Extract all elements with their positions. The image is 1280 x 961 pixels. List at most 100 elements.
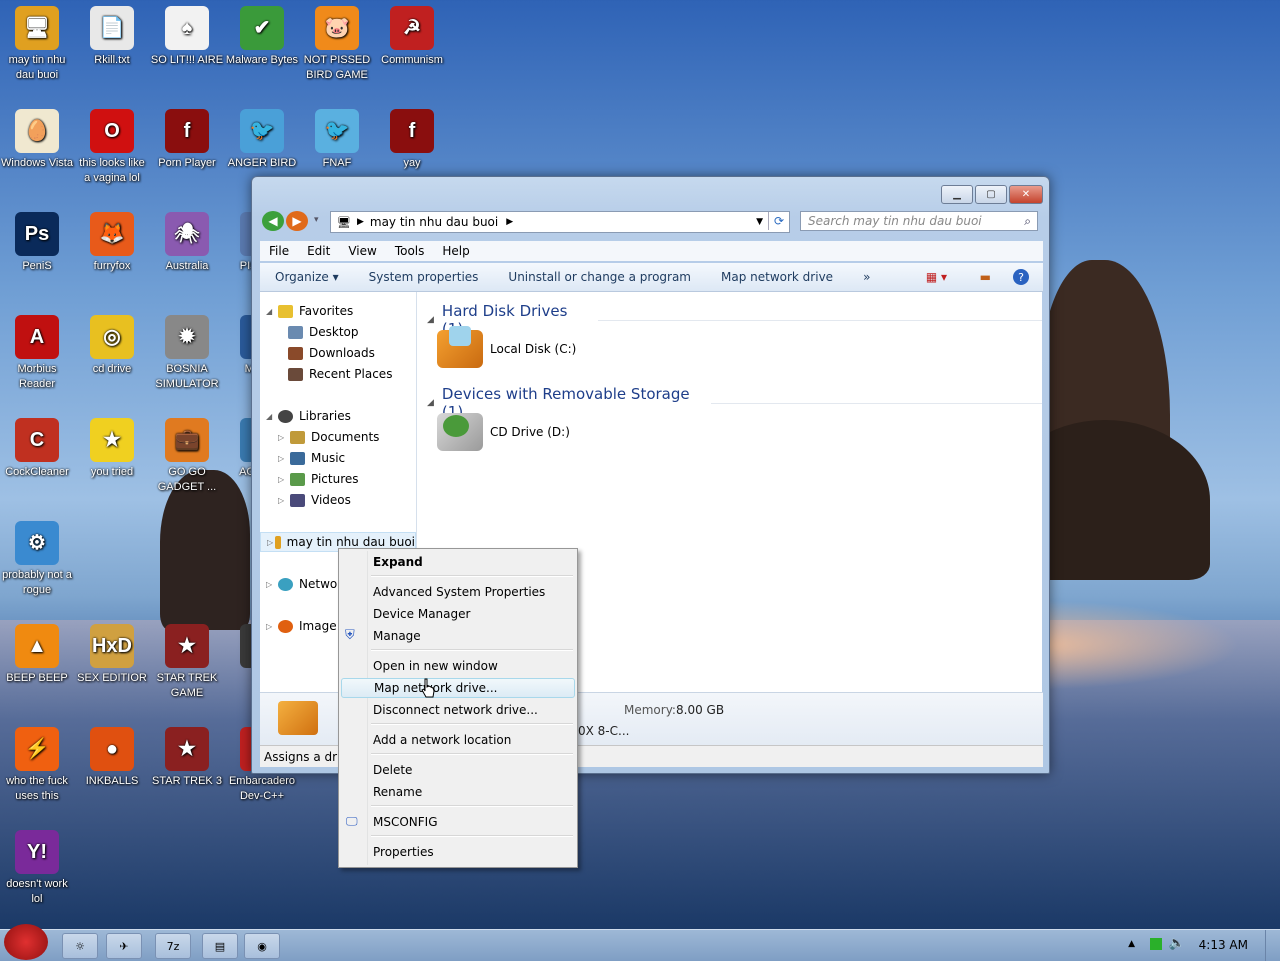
nav-libraries[interactable]: ◢ Libraries [266,409,351,423]
nav-downloads[interactable]: Downloads [288,346,375,360]
desktop-shortcut[interactable]: Ps PeniS [0,206,74,274]
nav-videos[interactable]: ▷ Videos [278,493,351,507]
forward-button[interactable]: ▶ [286,211,308,231]
map-network-drive-button[interactable]: Map network drive [706,270,848,284]
menu-view[interactable]: View [339,244,385,258]
expand-arrow-icon[interactable]: ◢ [266,412,276,421]
desktop-shortcut[interactable]: ★ you tried [75,412,149,480]
network-status-icon[interactable] [1150,938,1162,950]
desktop-shortcut[interactable]: ★ STAR TREK GAME [150,618,224,701]
desktop-shortcut[interactable]: 💼 GO GO GADGET ... [150,412,224,495]
address-dropdown-icon[interactable]: ▼ [756,217,763,227]
desktop-shortcut[interactable]: 🐦 ANGER BIRD [225,103,299,171]
desktop-shortcut[interactable]: ♠ SO LIT!!! AIRE [150,0,224,68]
menu-item-advanced-system-properties[interactable]: Advanced System Properties [341,582,575,602]
nav-image[interactable]: ▷ Image C [266,619,349,633]
taskbar-7zip-button[interactable]: 7z [155,933,191,959]
view-options-icon[interactable]: ▦ ▾ [926,270,947,284]
desktop-shortcut[interactable]: 🥚 Windows Vista [0,103,74,171]
desktop-shortcut[interactable]: f yay [375,103,449,171]
menu-item-add-network-location[interactable]: Add a network location [341,730,575,750]
chevron-right-icon[interactable]: ▶ [357,217,364,227]
desktop-shortcut[interactable]: ▲ BEEP BEEP [0,618,74,686]
menu-item-rename[interactable]: Rename [341,782,575,802]
recent-pages-icon[interactable]: ▾ [314,215,319,225]
menu-item-disconnect-network-drive[interactable]: Disconnect network drive... [341,700,575,720]
help-icon[interactable]: ? [1013,269,1029,285]
desktop-shortcut[interactable]: HxD SEX EDITIOR [75,618,149,686]
chevron-right-icon[interactable]: ▶ [506,217,513,227]
collapse-arrow-icon[interactable]: ▷ [278,454,288,463]
address-bar[interactable]: 🖥 ▶ may tin nhu dau buoi ▶ ▼ [330,211,790,233]
volume-icon[interactable]: 🔈 [1169,936,1185,951]
more-commands-button[interactable]: » [848,270,885,284]
nav-desktop[interactable]: Desktop [288,325,359,339]
organize-button[interactable]: Organize ▾ [260,270,354,284]
show-desktop-button[interactable] [1265,930,1280,961]
desktop-shortcut[interactable]: ✹ BOSNIA SIMULATOR [150,309,224,392]
menu-file[interactable]: File [260,244,298,258]
menu-item-map-network-drive[interactable]: Map network drive... [341,678,575,698]
desktop-shortcut[interactable]: ◎ cd drive [75,309,149,377]
taskbar-notepad-button[interactable]: ▤ [202,933,238,959]
menu-item-open-new-window[interactable]: Open in new window [341,656,575,676]
desktop-shortcut[interactable]: Othis looks like a vagina lol [75,103,149,186]
menu-help[interactable]: Help [433,244,478,258]
desktop-shortcut[interactable]: ✔ Malware Bytes [225,0,299,68]
collapse-arrow-icon[interactable]: ▷ [266,622,276,631]
taskbar-clock[interactable]: 4:13 AM [1199,938,1248,952]
desktop-shortcut[interactable]: ⚙ probably not a rogue [0,515,74,598]
desktop-shortcut[interactable]: 🕷 Australia [150,206,224,274]
desktop-shortcut[interactable]: f Porn Player [150,103,224,171]
desktop-shortcut[interactable]: ★ STAR TREK 3 [150,721,224,789]
uninstall-program-button[interactable]: Uninstall or change a program [493,270,706,284]
collapse-arrow-icon[interactable]: ▷ [278,475,288,484]
maximize-button[interactable]: ▢ [975,185,1007,204]
desktop-shortcut[interactable]: ☭ Communism [375,0,449,68]
system-properties-button[interactable]: System properties [354,270,494,284]
desktop-shortcut[interactable]: ⚡ who the fuck uses this [0,721,74,804]
desktop-shortcut[interactable]: 🦊 furryfox [75,206,149,274]
collapse-arrow-icon[interactable]: ▷ [266,580,276,589]
collapse-arrow-icon[interactable]: ▷ [278,496,288,505]
start-button[interactable] [4,924,48,960]
refresh-button[interactable]: ⟳ [768,212,789,230]
menu-item-properties[interactable]: Properties [341,842,575,862]
drive-cd[interactable]: CD Drive (D:) [437,413,570,451]
menu-item-msconfig[interactable]: 🖵 MSCONFIG [341,812,575,832]
desktop-shortcut[interactable]: 🐷 NOT PISSED BIRD GAME [300,0,374,83]
minimize-button[interactable]: ▁ [941,185,973,204]
collapse-group-icon[interactable]: ◢ [427,315,434,325]
taskbar-browser-button[interactable]: ◉ [244,933,280,959]
nav-pictures[interactable]: ▷ Pictures [278,472,359,486]
search-icon[interactable]: ⌕ [1024,214,1031,229]
menu-item-manage[interactable]: ⛨ Manage [341,626,575,646]
show-hidden-icons[interactable]: ▲ [1128,939,1135,949]
expand-arrow-icon[interactable]: ◢ [266,307,276,316]
collapse-group-icon[interactable]: ◢ [427,398,434,408]
nav-favorites[interactable]: ◢ Favorites [266,304,353,318]
menu-item-expand[interactable]: Expand [341,552,575,572]
desktop-shortcut[interactable]: Y! doesn't work lol [0,824,74,907]
nav-music[interactable]: ▷ Music [278,451,345,465]
desktop-shortcut[interactable]: 📄 Rkill.txt [75,0,149,68]
menu-tools[interactable]: Tools [386,244,434,258]
menu-edit[interactable]: Edit [298,244,339,258]
desktop-shortcut[interactable]: A Morbius Reader [0,309,74,392]
back-button[interactable]: ◀ [262,211,284,231]
search-input[interactable]: Search may tin nhu dau buoi ⌕ [800,211,1038,231]
nav-recent-places[interactable]: Recent Places [288,367,392,381]
drive-local-disk[interactable]: Local Disk (C:) [437,326,576,368]
taskbar-explorer-button[interactable]: ☼ [62,933,98,959]
nav-network[interactable]: ▷ Networ [266,577,342,591]
desktop-shortcut[interactable]: 🖥 may tin nhu dau buoi [0,0,74,83]
collapse-arrow-icon[interactable]: ▷ [267,538,273,547]
desktop-shortcut[interactable]: ● INKBALLS [75,721,149,789]
nav-documents[interactable]: ▷ Documents [278,430,379,444]
desktop-shortcut[interactable]: 🐦 FNAF [300,103,374,171]
menu-item-device-manager[interactable]: Device Manager [341,604,575,624]
close-button[interactable]: ✕ [1009,185,1043,204]
menu-item-delete[interactable]: Delete [341,760,575,780]
preview-pane-icon[interactable]: ▬ [980,270,991,284]
taskbar-app-button[interactable]: ✈ [106,933,142,959]
